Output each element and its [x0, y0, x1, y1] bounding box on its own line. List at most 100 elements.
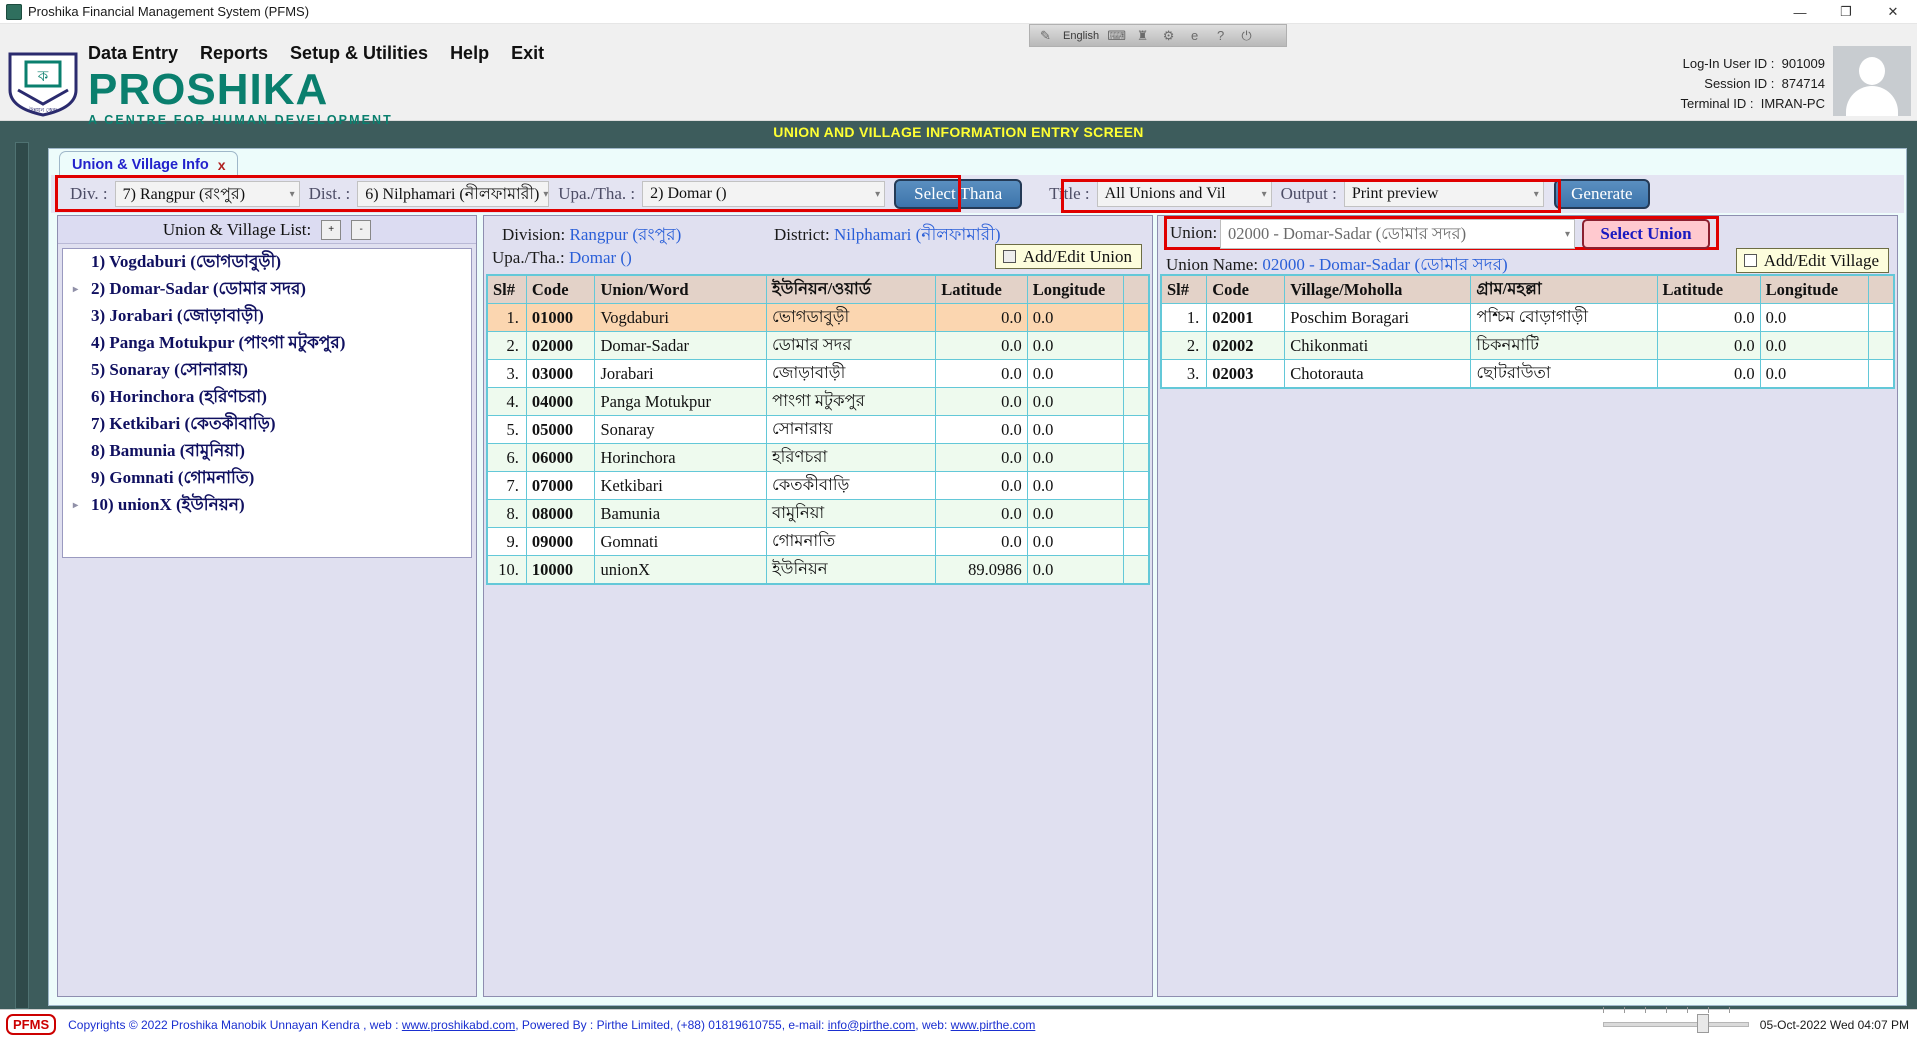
- tree-item[interactable]: 5) Sonaray (সোনারায়): [63, 357, 471, 384]
- col-union-bn[interactable]: ইউনিয়ন/ওয়ার্ড: [766, 275, 937, 304]
- tree-item[interactable]: 1) Vogdaburi (ভোগডাবুড়ী): [63, 249, 471, 276]
- menu-item-data-entry[interactable]: Data Entry: [88, 43, 178, 64]
- union-grid[interactable]: Sl# Code Union/Word ইউনিয়ন/ওয়ার্ড Lati…: [486, 274, 1150, 585]
- select-thana-button[interactable]: Select Thana: [894, 179, 1023, 209]
- col-village-moholla[interactable]: Village/Moholla: [1284, 275, 1472, 304]
- minimize-button[interactable]: —: [1777, 0, 1823, 24]
- table-row[interactable]: 1. 02001 Poschim Boragari পশ্চিম বোড়াগা…: [1160, 303, 1895, 332]
- generate-button[interactable]: Generate: [1553, 179, 1650, 209]
- select-union-button[interactable]: Select Union: [1582, 219, 1710, 249]
- tree-item-label: 7) Ketkibari (কেতকীবাড়ি): [91, 413, 276, 433]
- session-id-value: 874714: [1781, 76, 1825, 91]
- add-edit-union-toggle[interactable]: Add/Edit Union: [994, 244, 1142, 269]
- table-row[interactable]: 8. 08000 Bamunia বামুনিয়া 0.0 0.0: [487, 499, 1150, 528]
- pirthe-email-link[interactable]: info@pirthe.com: [828, 1018, 916, 1032]
- table-row[interactable]: 9. 09000 Gomnati গোমনাতি 0.0 0.0: [487, 527, 1150, 556]
- slider-thumb[interactable]: [1697, 1014, 1709, 1033]
- col-code[interactable]: Code: [1206, 275, 1286, 304]
- cell-name: Poschim Boragari: [1284, 303, 1472, 332]
- chevron-right-icon[interactable]: ▸: [73, 284, 91, 295]
- tree-item[interactable]: 9) Gomnati (গোমনাতি): [63, 465, 471, 492]
- tree-item[interactable]: 4) Panga Motukpur (পাংগা মটুকপুর): [63, 330, 471, 357]
- tree-item[interactable]: 7) Ketkibari (কেতকীবাড়ি): [63, 411, 471, 438]
- menu-item-setup-utilities[interactable]: Setup & Utilities: [290, 43, 428, 64]
- menu-item-reports[interactable]: Reports: [200, 43, 268, 64]
- cell-name: Bamunia: [594, 499, 768, 528]
- cell-spacer: [1122, 443, 1150, 472]
- cell-spacer: [1122, 471, 1150, 500]
- tree-item[interactable]: ▸ 2) Domar-Sadar (ডোমার সদর): [63, 276, 471, 303]
- menu-item-help[interactable]: Help: [450, 43, 489, 64]
- expand-all-button[interactable]: +: [321, 219, 342, 240]
- table-row[interactable]: 3. 03000 Jorabari জোড়াবাড়ী 0.0 0.0: [487, 359, 1150, 388]
- table-row[interactable]: 6. 06000 Horinchora হরিণচরা 0.0 0.0: [487, 443, 1150, 472]
- union-select[interactable]: 02000 - Domar-Sadar (ডোমার সদর) ▾: [1220, 219, 1575, 249]
- output-select[interactable]: Print preview ▾: [1343, 181, 1544, 207]
- upazila-select[interactable]: 2) Domar () ▾: [642, 181, 886, 207]
- table-row[interactable]: 1. 01000 Vogdaburi ভোগডাবুড়ী 0.0 0.0: [487, 303, 1150, 332]
- checkbox-icon[interactable]: [1743, 254, 1757, 267]
- add-edit-village-toggle[interactable]: Add/Edit Village: [1735, 248, 1889, 273]
- col-sl[interactable]: Sl#: [487, 275, 527, 304]
- union-table-panel: Division: Rangpur (রংপুর) District: Nilp…: [483, 215, 1153, 997]
- power-icon[interactable]: ⏻: [1238, 27, 1255, 44]
- division-select[interactable]: 7) Rangpur (রংপুর) ▾: [114, 181, 300, 207]
- tree-item[interactable]: 6) Horinchora (হরিণচরা): [63, 384, 471, 411]
- table-row[interactable]: 2. 02002 Chikonmati চিকনমাটি 0.0 0.0: [1160, 331, 1895, 360]
- col-longitude[interactable]: Longitude: [1759, 275, 1869, 304]
- table-row[interactable]: 3. 02003 Chotorauta ছোটরাউতা 0.0 0.0: [1160, 359, 1895, 388]
- menu-item-exit[interactable]: Exit: [511, 43, 544, 64]
- village-grid[interactable]: Sl# Code Village/Moholla গ্রাম/মহল্লা La…: [1160, 274, 1895, 389]
- ime-pad-icon[interactable]: ♜: [1134, 27, 1151, 44]
- ime-language-label[interactable]: English: [1063, 30, 1099, 42]
- cell-latitude: 0.0: [935, 527, 1028, 556]
- union-tree[interactable]: 1) Vogdaburi (ভোগডাবুড়ী) ▸ 2) Domar-Sada…: [62, 248, 472, 558]
- checkbox-icon[interactable]: [1002, 250, 1016, 263]
- table-row[interactable]: 7. 07000 Ketkibari কেতকীবাড়ি 0.0 0.0: [487, 471, 1150, 500]
- chevron-right-icon[interactable]: ▸: [73, 500, 91, 511]
- col-village-bn[interactable]: গ্রাম/মহল্লা: [1470, 275, 1658, 304]
- terminal-id-row: Terminal ID : IMRAN-PC: [1681, 94, 1825, 114]
- cell-sl: 3.: [487, 359, 527, 388]
- terminal-id-label: Terminal ID :: [1680, 96, 1754, 111]
- handwriting-icon[interactable]: ✎: [1037, 27, 1054, 44]
- report-title-select[interactable]: All Unions and Vil ▾: [1096, 181, 1272, 207]
- ime-language-bar[interactable]: ✎ English ⌨ ♜ ⚙ e ? ⏻: [1029, 24, 1287, 47]
- close-icon[interactable]: x: [218, 157, 226, 173]
- help-icon[interactable]: ?: [1212, 27, 1229, 44]
- gear-icon[interactable]: ⚙: [1160, 27, 1177, 44]
- col-union-word[interactable]: Union/Word: [594, 275, 768, 304]
- slider-track[interactable]: [1603, 1022, 1749, 1027]
- tree-item[interactable]: 3) Jorabari (জোড়াবাড়ী): [63, 303, 471, 330]
- browser-icon[interactable]: e: [1186, 27, 1203, 44]
- col-latitude[interactable]: Latitude: [935, 275, 1028, 304]
- tree-item[interactable]: ▸ 10) unionX (ইউনিয়ন): [63, 492, 471, 519]
- col-code[interactable]: Code: [525, 275, 596, 304]
- district-select[interactable]: 6) Nilphamari (নীলফামারী) ▾: [357, 181, 550, 207]
- tabstrip: Union & Village Info x: [49, 149, 1906, 177]
- tab-union-village-info[interactable]: Union & Village Info x: [59, 151, 239, 177]
- workspace-scrollbar[interactable]: [15, 142, 29, 1009]
- close-button[interactable]: ✕: [1869, 0, 1917, 24]
- village-table-panel: Union: 02000 - Domar-Sadar (ডোমার সদর) ▾…: [1157, 215, 1898, 997]
- cell-name-bn: ভোগডাবুড়ী: [766, 303, 937, 332]
- col-longitude[interactable]: Longitude: [1026, 275, 1124, 304]
- table-row[interactable]: 2. 02000 Domar-Sadar ডোমার সদর 0.0 0.0: [487, 331, 1150, 360]
- tree-item[interactable]: 8) Bamunia (বামুনিয়া): [63, 438, 471, 465]
- maximize-button[interactable]: ❐: [1823, 0, 1869, 24]
- proshika-website-link[interactable]: www.proshikabd.com: [402, 1018, 515, 1032]
- district-readout-value: Nilphamari (নীলফামারী): [833, 225, 1001, 244]
- zoom-slider[interactable]: [1603, 1007, 1749, 1033]
- keyboard-icon[interactable]: ⌨: [1107, 27, 1126, 44]
- table-row[interactable]: 5. 05000 Sonaray সোনারায় 0.0 0.0: [487, 415, 1150, 444]
- col-latitude[interactable]: Latitude: [1656, 275, 1761, 304]
- cell-latitude: 0.0: [935, 415, 1028, 444]
- table-row[interactable]: 10. 10000 unionX ইউনিয়ন 89.0986 0.0: [487, 555, 1150, 584]
- table-row[interactable]: 4. 04000 Panga Motukpur পাংগা মটুকপুর 0.…: [487, 387, 1150, 416]
- collapse-all-button[interactable]: -: [351, 219, 372, 240]
- svg-text:উন্নয়ন কেন্দ্র: উন্নয়ন কেন্দ্র: [28, 106, 58, 114]
- district-label: Dist. :: [308, 184, 351, 203]
- cell-name-bn: চিকনমাটি: [1470, 331, 1658, 360]
- pirthe-website-link[interactable]: www.pirthe.com: [951, 1018, 1036, 1032]
- col-sl[interactable]: Sl#: [1160, 275, 1208, 304]
